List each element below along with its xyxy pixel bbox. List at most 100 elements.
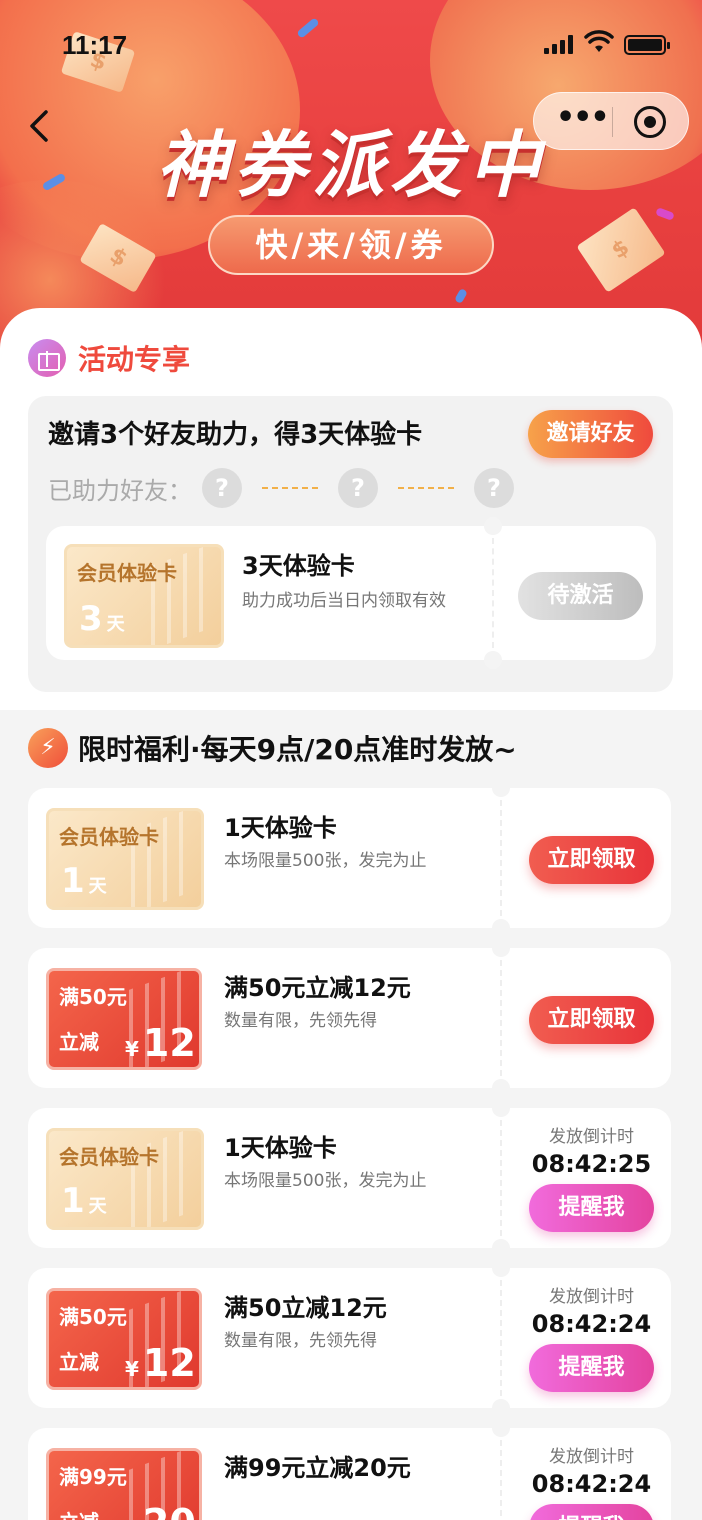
thumb-discount-value: ¥12 <box>125 1021 196 1065</box>
thumb-days-number: 1 <box>61 861 85 901</box>
coupon-card: 满99元 立减 ¥20 满99元立减20元 发放倒计时 08:42:24 提醒我 <box>28 1419 671 1520</box>
discount-amount: 12 <box>142 1341 196 1385</box>
discount-coupon-thumbnail: 满50元 立减 ¥12 <box>46 968 202 1070</box>
thumb-days-number: 1 <box>61 1181 85 1221</box>
card-title: 3天体验卡 <box>242 552 355 580</box>
currency-symbol: ¥ <box>125 1037 139 1061</box>
claim-now-button[interactable]: 立即领取 <box>529 996 654 1044</box>
thumb-days: 1天 <box>61 1181 107 1221</box>
thumb-threshold: 满50元 <box>59 985 127 1009</box>
dashed-connector <box>262 487 318 489</box>
card-notch <box>484 651 502 669</box>
miniapp-capsule: ••• <box>533 92 689 150</box>
card-notch <box>492 939 510 957</box>
thumb-title: 会员体验卡 <box>59 825 159 849</box>
coupon-card: 满50元 立减 ¥12 满50元立减12元 数量有限，先领先得 立即领取 <box>28 939 671 1097</box>
activity-coupon-card: 会员体验卡 3天 3天体验卡 助力成功后当日内领取有效 待激活 <box>46 517 656 669</box>
coupon-card: 会员体验卡 1天 1天体验卡 本场限量500张，发完为止 立即领取 <box>28 779 671 937</box>
card-title: 1天体验卡 <box>224 814 337 842</box>
member-card-thumbnail: 会员体验卡 3天 <box>64 544 224 648</box>
remind-me-button[interactable]: 提醒我 <box>529 1184 654 1232</box>
card-subtitle: 助力成功后当日内领取有效 <box>242 591 446 611</box>
discount-amount: 12 <box>142 1021 196 1065</box>
thumb-threshold: 满50元 <box>59 1305 127 1329</box>
countdown-timer: 08:42:25 <box>531 1150 652 1178</box>
thumb-days: 1天 <box>61 861 107 901</box>
countdown-timer: 08:42:24 <box>531 1310 652 1338</box>
invite-text: 邀请3个好友助力，得3天体验卡 <box>48 420 423 450</box>
card-subtitle: 数量有限，先领先得 <box>224 1331 377 1351</box>
card-notch <box>484 517 502 535</box>
thumb-threshold: 满99元 <box>59 1465 127 1489</box>
discount-coupon-thumbnail: 满99元 立减 ¥20 <box>46 1448 202 1520</box>
dashed-connector <box>398 487 454 489</box>
more-dots-icon[interactable]: ••• <box>556 103 610 139</box>
page: $ $ $ 神券派发中 快/来/领/券 11:17 ••• 活动专享 邀请3个好… <box>0 0 702 1520</box>
signal-icon <box>544 34 573 54</box>
card-notch <box>492 1099 510 1117</box>
card-subtitle: 本场限量500张，发完为止 <box>224 1171 427 1191</box>
friend-slot-avatar: ? <box>202 468 242 508</box>
pending-activation-button[interactable]: 待激活 <box>518 572 643 620</box>
thumb-discount-value: ¥12 <box>125 1341 196 1385</box>
card-title: 满50元立减12元 <box>224 974 411 1002</box>
activity-section-title: 活动专享 <box>28 338 190 378</box>
member-card-thumbnail: 会员体验卡 1天 <box>46 1128 204 1230</box>
back-chevron-icon[interactable] <box>24 106 60 146</box>
thumb-title: 会员体验卡 <box>59 1145 159 1169</box>
capsule-divider <box>612 107 613 137</box>
coupon-card: 会员体验卡 1天 1天体验卡 本场限量500张，发完为止 发放倒计时 08:42… <box>28 1099 671 1257</box>
thumb-discount-label: 立减 <box>59 1030 99 1054</box>
card-title: 满50立减12元 <box>224 1294 387 1322</box>
card-divider <box>500 1280 502 1396</box>
thumb-days-number: 3 <box>79 599 103 639</box>
card-notch <box>492 1399 510 1417</box>
coupon-card: 满50元 立减 ¥12 满50立减12元 数量有限，先领先得 发放倒计时 08:… <box>28 1259 671 1417</box>
thumb-days-unit: 天 <box>106 614 125 635</box>
invite-friends-button[interactable]: 邀请好友 <box>528 410 653 458</box>
card-subtitle: 数量有限，先领先得 <box>224 1011 377 1031</box>
card-divider <box>500 960 502 1076</box>
discount-coupon-thumbnail: 满50元 立减 ¥12 <box>46 1288 202 1390</box>
countdown-timer: 08:42:24 <box>531 1470 652 1498</box>
card-subtitle: 本场限量500张，发完为止 <box>224 851 427 871</box>
card-title: 满99元立减20元 <box>224 1454 411 1482</box>
limited-section-title: ⚡ 限时福利·每天9点/20点准时发放~ <box>28 728 517 768</box>
thumb-discount-label: 立减 <box>59 1506 99 1520</box>
ticket-decor-icon: $ <box>576 207 666 293</box>
lightning-icon: ⚡ <box>28 728 68 768</box>
activity-title-text: 活动专享 <box>78 343 191 376</box>
thumb-discount-value: ¥20 <box>125 1501 196 1520</box>
member-card-thumbnail: 会员体验卡 1天 <box>46 808 204 910</box>
friend-slot-avatar: ? <box>474 468 514 508</box>
card-notch <box>492 1419 510 1437</box>
remind-me-button[interactable]: 提醒我 <box>529 1504 654 1520</box>
card-title: 1天体验卡 <box>224 1134 337 1162</box>
remind-me-button[interactable]: 提醒我 <box>529 1344 654 1392</box>
helped-label: 已助力好友： <box>48 476 192 505</box>
friend-slot-avatar: ? <box>338 468 378 508</box>
status-bar: 11:17 <box>0 0 702 90</box>
status-time: 11:17 <box>62 30 128 60</box>
countdown-label: 发放倒计时 <box>549 1447 634 1467</box>
close-target-icon[interactable] <box>634 106 666 138</box>
thumb-days-unit: 天 <box>88 1196 107 1217</box>
thumb-days: 3天 <box>79 599 125 639</box>
wifi-icon <box>584 30 614 54</box>
claim-now-button[interactable]: 立即领取 <box>529 836 654 884</box>
thumb-discount-label: 立减 <box>59 1350 99 1374</box>
confetti-decor <box>454 287 468 305</box>
card-notch <box>492 779 510 797</box>
card-notch <box>492 1259 510 1277</box>
card-divider <box>500 1120 502 1236</box>
card-divider <box>500 1440 502 1520</box>
hero-subtitle: 快/来/领/券 <box>208 215 494 275</box>
card-divider <box>492 538 494 648</box>
card-divider <box>500 800 502 916</box>
card-notch <box>492 919 510 937</box>
card-notch <box>492 1079 510 1097</box>
thumb-days-unit: 天 <box>88 876 107 897</box>
countdown-label: 发放倒计时 <box>549 1287 634 1307</box>
helped-friends-row: 已助力好友： ? ? ? <box>48 468 514 508</box>
countdown-label: 发放倒计时 <box>549 1127 634 1147</box>
